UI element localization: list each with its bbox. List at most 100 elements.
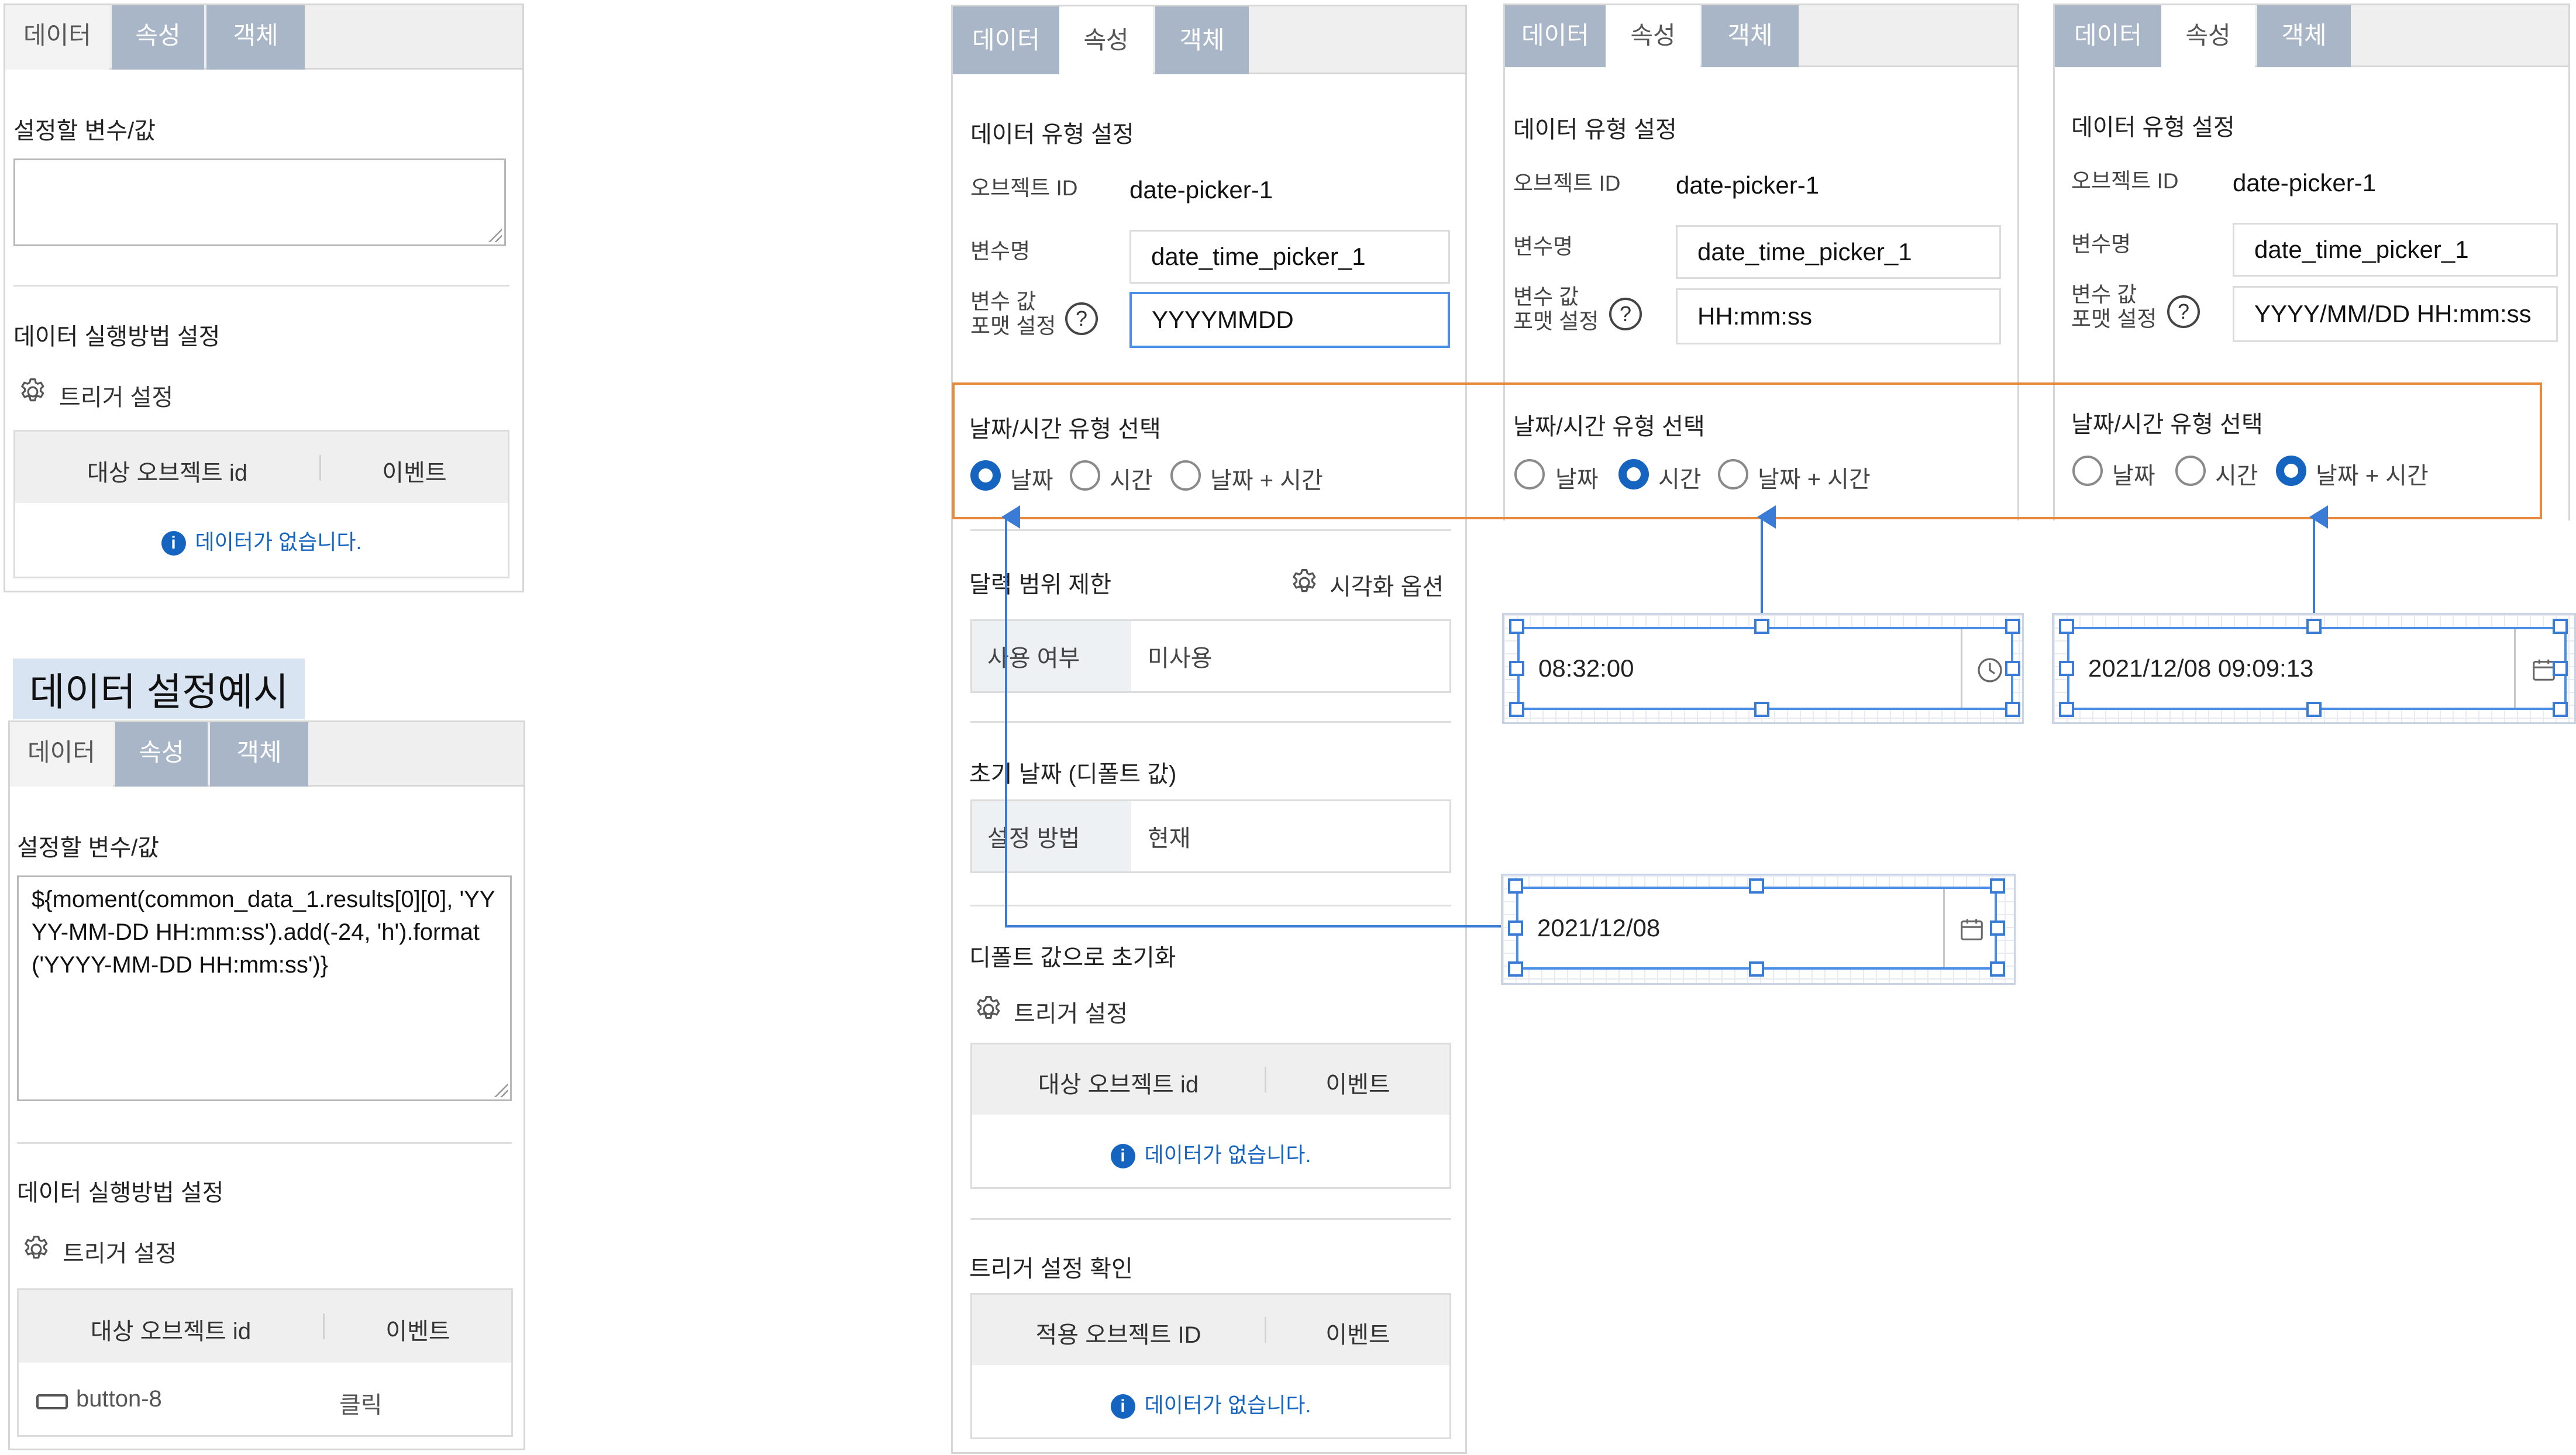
row-event: 클릭: [339, 1392, 383, 1418]
info-icon: i: [1110, 1394, 1135, 1419]
tab-data[interactable]: 데이터: [953, 6, 1059, 74]
resize-handle[interactable]: [2005, 702, 2020, 717]
calendar-icon[interactable]: [1958, 916, 1985, 943]
reset-title: 디폴트 값으로 초기화: [969, 945, 1176, 971]
table-row[interactable]: button-8 클릭: [19, 1363, 511, 1435]
var-name-input[interactable]: date_time_picker_1: [1129, 230, 1450, 284]
tab-object[interactable]: 객체: [206, 5, 305, 70]
resize-handle[interactable]: [2059, 702, 2074, 717]
resize-handle[interactable]: [1749, 878, 1764, 894]
resize-handle[interactable]: [1508, 920, 1523, 936]
tab-property[interactable]: 속성: [112, 5, 204, 70]
picker-divider: [1961, 629, 1962, 708]
resize-handle[interactable]: [2059, 661, 2074, 676]
resize-grip-icon[interactable]: [493, 1082, 508, 1097]
format-input[interactable]: YYYYMMDD: [1129, 292, 1450, 348]
resize-handle[interactable]: [1508, 961, 1523, 977]
help-icon[interactable]: ?: [1609, 298, 1642, 330]
tab-object[interactable]: 객체: [210, 722, 308, 787]
method-field[interactable]: 설정 방법 현재: [970, 799, 1451, 873]
resize-handle[interactable]: [1749, 961, 1764, 977]
panel-property-date: 데이터 속성 객체 데이터 유형 설정 오브젝트 ID date-picker-…: [951, 5, 1467, 1454]
tab-data[interactable]: 데이터: [2055, 5, 2161, 67]
tab-object[interactable]: 객체: [2257, 5, 2351, 67]
tab-data[interactable]: 데이터: [1505, 5, 1606, 67]
visual-option-label[interactable]: 시각화 옵션: [1330, 568, 1444, 602]
resize-handle[interactable]: [1990, 878, 2005, 894]
format-label-line2: 포맷 설정: [970, 314, 1056, 338]
tab-bar: 데이터 속성 객체: [953, 6, 1465, 74]
tab-property[interactable]: 속성: [2161, 5, 2255, 67]
resize-handle[interactable]: [1509, 661, 1524, 676]
object-id-value: date-picker-1: [1129, 176, 1273, 204]
resize-handle[interactable]: [2553, 702, 2568, 717]
type-title: 데이터 유형 설정: [1513, 117, 1677, 143]
format-label-line1: 변수 값: [1513, 285, 1579, 309]
trigger-label[interactable]: 트리거 설정: [1014, 995, 1128, 1029]
tab-data[interactable]: 데이터: [5, 5, 109, 70]
var-name-input[interactable]: date_time_picker_1: [1676, 225, 2001, 279]
gear-icon[interactable]: [1289, 567, 1320, 598]
resize-handle[interactable]: [1990, 920, 2005, 936]
clock-icon[interactable]: [1976, 656, 2004, 684]
method-value[interactable]: 현재: [1131, 801, 1449, 871]
tab-data[interactable]: 데이터: [10, 722, 113, 787]
format-input[interactable]: HH:mm:ss: [1676, 288, 2001, 344]
time-picker[interactable]: 08:32:00: [1517, 627, 2013, 710]
resize-handle[interactable]: [1509, 619, 1524, 634]
use-field[interactable]: 사용 여부 미사용: [970, 619, 1451, 693]
datetime-picker[interactable]: 2021/12/08 09:09:13: [2067, 627, 2567, 710]
table-header: 대상 오브젝트 id 이벤트: [972, 1044, 1449, 1115]
confirm-table: 적용 오브젝트 ID 이벤트 i 데이터가 없습니다.: [970, 1293, 1451, 1439]
format-input[interactable]: YYYY/MM/DD HH:mm:ss: [2233, 286, 2558, 342]
object-id-label: 오브젝트 ID: [1513, 171, 1621, 195]
format-label-line2: 포맷 설정: [2071, 307, 2157, 331]
exec-title: 데이터 실행방법 설정: [13, 324, 221, 350]
empty-text: 데이터가 없습니다.: [1144, 1393, 1311, 1417]
trigger-table: 대상 오브젝트 id 이벤트 button-8 클릭: [17, 1288, 513, 1437]
resize-handle[interactable]: [1508, 878, 1523, 894]
resize-grip-icon[interactable]: [487, 227, 502, 242]
trigger-label[interactable]: 트리거 설정: [63, 1235, 177, 1268]
resize-handle[interactable]: [2059, 619, 2074, 634]
trigger-label[interactable]: 트리거 설정: [59, 378, 173, 412]
resize-handle[interactable]: [2306, 702, 2322, 717]
resize-handle[interactable]: [1754, 702, 1769, 717]
object-id-value: date-picker-1: [1676, 171, 1820, 199]
date-picker[interactable]: 2021/12/08: [1516, 887, 1997, 970]
resize-handle[interactable]: [1754, 619, 1769, 634]
init-title: 초기 날짜 (디폴트 값): [969, 761, 1177, 787]
header-object-id: 대상 오브젝트 id: [90, 1319, 252, 1344]
tab-property[interactable]: 속성: [115, 722, 208, 787]
header-object-id: 대상 오브젝트 id: [87, 460, 248, 486]
gear-icon[interactable]: [20, 1233, 52, 1265]
gear-icon[interactable]: [973, 994, 1004, 1025]
use-value[interactable]: 미사용: [1131, 621, 1449, 691]
method-label: 설정 방법: [972, 801, 1131, 871]
empty-message: i 데이터가 없습니다.: [972, 1138, 1449, 1169]
resize-handle[interactable]: [1990, 961, 2005, 977]
tab-property[interactable]: 속성: [1606, 5, 1700, 67]
resize-handle[interactable]: [2553, 619, 2568, 634]
format-label-line1: 변수 값: [970, 289, 1036, 313]
variable-textarea[interactable]: [13, 158, 506, 246]
variable-textarea[interactable]: ${moment(common_data_1.results[0][0], 'Y…: [17, 875, 512, 1101]
empty-message: i 데이터가 없습니다.: [15, 525, 508, 556]
info-icon: i: [161, 531, 186, 556]
trigger-table: 대상 오브젝트 id 이벤트 i 데이터가 없습니다.: [13, 430, 509, 578]
resize-handle[interactable]: [2553, 661, 2568, 676]
resize-handle[interactable]: [2306, 619, 2322, 634]
gear-icon[interactable]: [17, 376, 49, 408]
empty-text: 데이터가 없습니다.: [1144, 1143, 1311, 1167]
header-object-id: 대상 오브젝트 id: [1038, 1072, 1199, 1098]
info-icon: i: [1110, 1144, 1135, 1169]
resize-handle[interactable]: [2005, 619, 2020, 634]
tab-object[interactable]: 객체: [1155, 6, 1249, 74]
help-icon[interactable]: ?: [2167, 295, 2200, 328]
tab-property[interactable]: 속성: [1059, 6, 1153, 74]
help-icon[interactable]: ?: [1065, 302, 1098, 335]
resize-handle[interactable]: [1509, 702, 1524, 717]
var-name-input[interactable]: date_time_picker_1: [2233, 223, 2558, 277]
tab-object[interactable]: 객체: [1702, 5, 1799, 67]
resize-handle[interactable]: [2005, 661, 2020, 676]
